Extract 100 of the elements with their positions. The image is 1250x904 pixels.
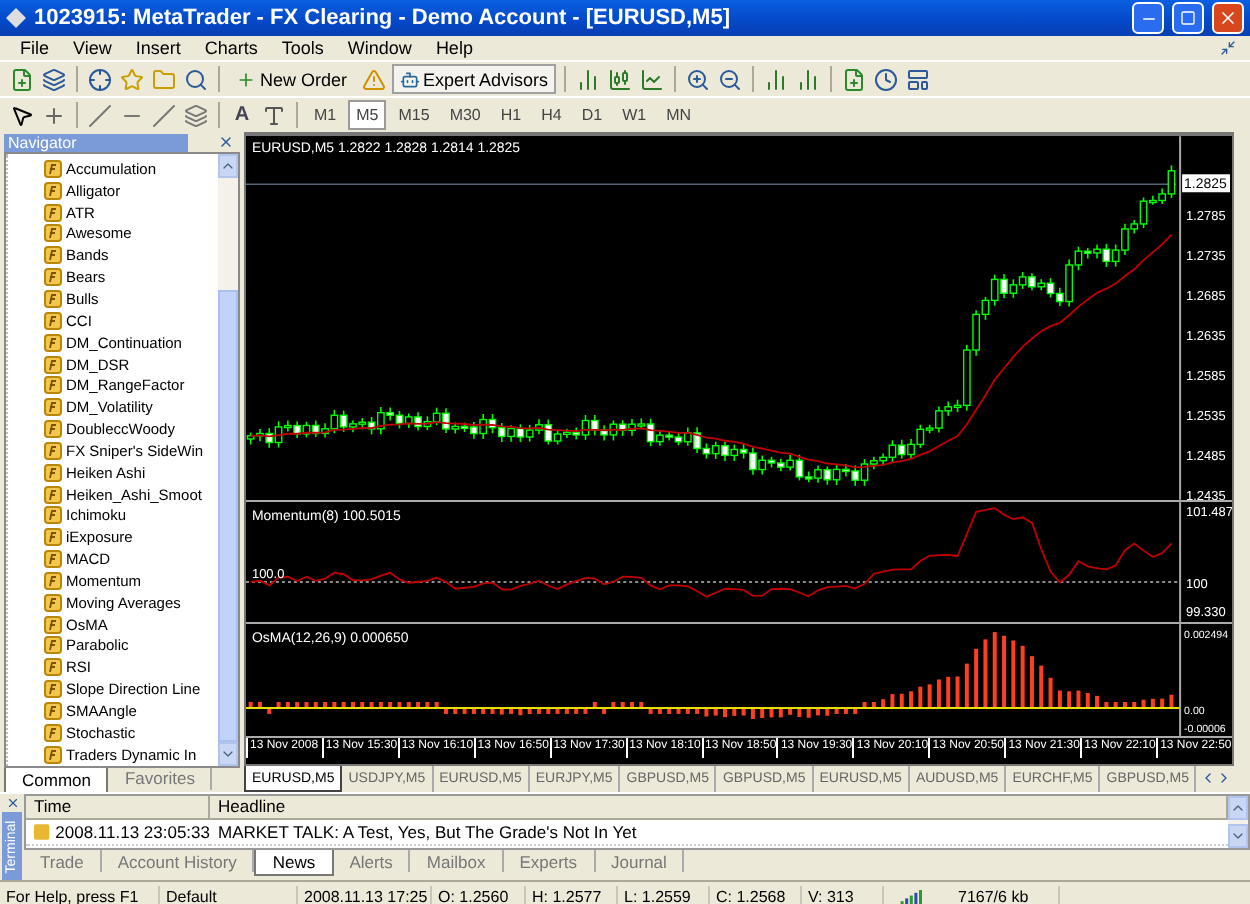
histogram-bar: [1141, 699, 1146, 708]
status-volume: V: 313: [802, 885, 884, 904]
histogram-bar: [1150, 698, 1155, 708]
scroll-up-icon[interactable]: [1230, 800, 1246, 816]
timeframe-button[interactable]: W1: [614, 100, 655, 130]
function-icon: [44, 224, 62, 243]
status-profile: Default: [160, 885, 298, 904]
histogram-bar: [657, 707, 662, 714]
maximize-button[interactable]: [1172, 2, 1204, 34]
menu-item[interactable]: Charts: [192, 38, 270, 58]
status-traffic: 7167/6 kb: [952, 885, 1060, 904]
menu-item[interactable]: View: [61, 38, 124, 58]
terminal-tab[interactable]: Mailbox: [410, 850, 504, 872]
candlestick-icon[interactable]: [606, 65, 635, 93]
histogram-bar: [295, 701, 300, 708]
terminal-tab[interactable]: Alerts: [333, 850, 411, 872]
new-order-button[interactable]: New Order: [228, 64, 356, 94]
template-icon[interactable]: [904, 65, 933, 93]
timeframe-button[interactable]: M15: [390, 100, 438, 130]
menu-item[interactable]: File: [8, 38, 62, 58]
function-icon: [44, 745, 62, 764]
histogram-bar: [267, 707, 272, 714]
function-icon: [44, 355, 62, 374]
column-header[interactable]: Headline: [210, 796, 1228, 820]
menu-item[interactable]: Tools: [269, 38, 336, 58]
clock-icon[interactable]: [872, 65, 901, 93]
histogram-bar: [388, 701, 393, 708]
histogram-bar: [406, 701, 411, 708]
scroll-up-icon[interactable]: [220, 158, 236, 174]
histogram-bar: [992, 632, 997, 708]
histogram-bar: [323, 701, 328, 708]
scrollbar[interactable]: [1228, 796, 1248, 848]
timeframe-button[interactable]: H1: [492, 100, 530, 130]
text-label-icon[interactable]: [260, 101, 288, 129]
function-icon: [44, 333, 62, 352]
function-icon: [44, 311, 62, 330]
zoom-out-icon[interactable]: [716, 65, 745, 93]
layers-icon[interactable]: [40, 65, 68, 93]
function-icon: [44, 398, 62, 417]
panel-tab[interactable]: Common: [4, 767, 109, 794]
crosshair-icon[interactable]: [86, 65, 114, 93]
function-icon: [44, 420, 62, 439]
news-row[interactable]: 2008.11.13 23:05:33: [26, 820, 210, 846]
histogram-bar: [1020, 645, 1025, 708]
histogram-bar: [1085, 693, 1090, 708]
trendline-icon[interactable]: [150, 101, 178, 129]
headline-cell[interactable]: MARKET TALK: A Test, Yes, But The Grade's Not In Yet: [210, 820, 1228, 846]
histogram-bar: [946, 676, 951, 708]
menu-item[interactable]: Insert: [123, 38, 193, 58]
menu-item[interactable]: Help: [423, 38, 485, 58]
zoom-in-icon[interactable]: [684, 65, 713, 93]
histogram-bar: [825, 707, 830, 716]
histogram-bar: [1002, 635, 1007, 708]
function-icon: [44, 550, 62, 569]
scroll-down-icon[interactable]: [1230, 828, 1246, 844]
timeframe-button[interactable]: H4: [533, 100, 570, 130]
minimize-button[interactable]: [1132, 2, 1164, 34]
histogram-bar: [909, 691, 914, 708]
histogram-bar: [1160, 698, 1165, 708]
histogram-bar: [611, 701, 616, 708]
histogram-bar: [341, 701, 346, 708]
scrollbar[interactable]: [218, 154, 238, 766]
expert-advisors-button[interactable]: Expert Advisors: [391, 64, 557, 94]
status-time: 2008.11.13 17:25: [298, 885, 432, 904]
timeframe-button[interactable]: M5: [348, 100, 387, 130]
histogram-bar: [425, 701, 430, 708]
function-icon: [44, 615, 62, 634]
timeframe-button[interactable]: MN: [658, 100, 700, 130]
histogram-bar: [369, 701, 374, 708]
close-button[interactable]: [1212, 2, 1244, 34]
line-chart-icon[interactable]: [638, 65, 667, 93]
function-icon: [44, 203, 62, 222]
star-icon[interactable]: [118, 65, 146, 93]
histogram-bar: [927, 684, 932, 708]
terminal-tab[interactable]: Experts: [503, 850, 596, 872]
warning-icon[interactable]: [359, 65, 388, 93]
column-header[interactable]: Time: [26, 796, 210, 820]
plus-icon: [236, 69, 256, 89]
histogram-bar: [695, 707, 700, 714]
histogram-bar: [378, 701, 383, 708]
timeframe-button[interactable]: D1: [573, 100, 611, 130]
function-icon: [44, 268, 62, 287]
text-tool-button[interactable]: A: [228, 100, 256, 130]
terminal-tab[interactable]: News: [254, 850, 334, 876]
terminal-tab[interactable]: Trade: [24, 850, 102, 872]
histogram-bar: [704, 707, 709, 717]
timeframe-button[interactable]: M30: [441, 100, 489, 130]
timeframe-button[interactable]: M1: [306, 100, 345, 130]
menu-item[interactable]: Window: [335, 38, 424, 58]
histogram-bar: [574, 707, 579, 714]
search-icon[interactable]: [182, 65, 210, 93]
histogram-bar: [1067, 691, 1072, 708]
cursor-icon[interactable]: [8, 101, 36, 129]
histogram-bar: [741, 707, 746, 716]
file-plus-icon[interactable]: [8, 65, 36, 93]
histogram-bar: [481, 707, 486, 714]
panel-tab[interactable]: Favorites: [108, 767, 213, 790]
function-icon: [44, 571, 62, 590]
close-icon[interactable]: [4, 796, 20, 808]
terminal-tab[interactable]: Journal: [595, 850, 685, 872]
